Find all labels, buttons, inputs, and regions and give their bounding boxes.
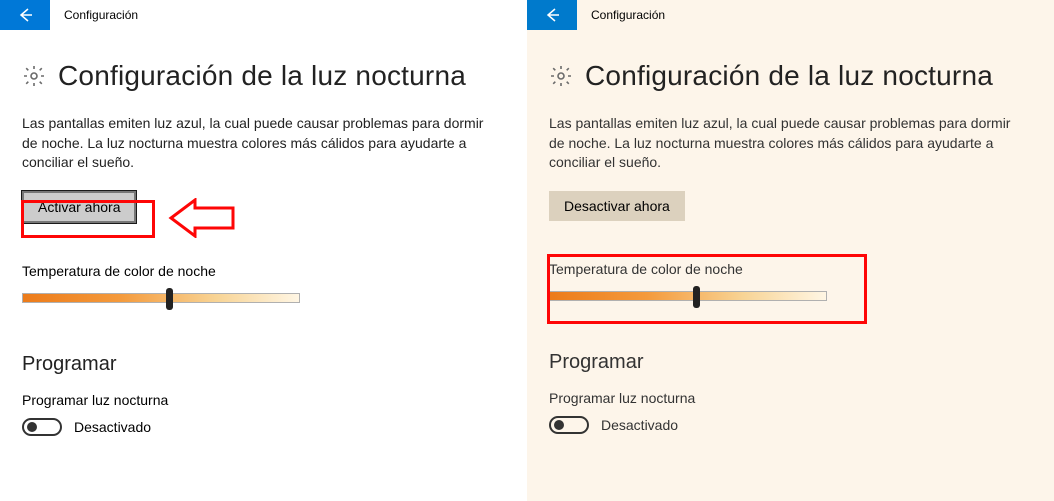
temperature-slider[interactable] — [22, 293, 300, 303]
schedule-toggle[interactable] — [549, 416, 589, 434]
app-title: Configuración — [591, 8, 665, 22]
annotation-highlight-slider — [547, 254, 867, 324]
schedule-section-title: Programar — [549, 351, 1032, 374]
schedule-toggle[interactable] — [22, 418, 62, 436]
settings-panel-left: Configuración Configuración de la luz no… — [0, 0, 527, 501]
title-row: Configuración de la luz nocturna — [549, 60, 1032, 92]
annotation-arrow-icon — [165, 198, 235, 238]
toggle-knob — [554, 420, 564, 430]
top-bar: Configuración — [0, 0, 527, 30]
back-button[interactable] — [527, 0, 577, 30]
back-arrow-icon — [543, 6, 561, 24]
toggle-row: Desactivado — [549, 416, 1032, 434]
description-text: Las pantallas emiten luz azul, la cual p… — [22, 114, 492, 173]
schedule-label: Programar luz nocturna — [549, 390, 1032, 406]
slider-thumb[interactable] — [166, 288, 173, 310]
schedule-label: Programar luz nocturna — [22, 392, 505, 408]
gear-icon — [22, 64, 46, 88]
deactivate-now-button[interactable]: Desactivar ahora — [549, 191, 685, 221]
annotation-highlight-button — [21, 200, 155, 238]
toggle-state-label: Desactivado — [601, 417, 678, 433]
top-bar: Configuración — [527, 0, 1054, 30]
settings-panel-right: Configuración Configuración de la luz no… — [527, 0, 1054, 501]
page-title: Configuración de la luz nocturna — [585, 60, 993, 92]
toggle-knob — [27, 422, 37, 432]
title-row: Configuración de la luz nocturna — [22, 60, 505, 92]
toggle-row: Desactivado — [22, 418, 505, 436]
toggle-state-label: Desactivado — [74, 419, 151, 435]
content-area: Configuración de la luz nocturna Las pan… — [527, 30, 1054, 434]
back-button[interactable] — [0, 0, 50, 30]
description-text: Las pantallas emiten luz azul, la cual p… — [549, 114, 1019, 173]
schedule-section-title: Programar — [22, 353, 505, 376]
back-arrow-icon — [16, 6, 34, 24]
page-title: Configuración de la luz nocturna — [58, 60, 466, 92]
app-title: Configuración — [64, 8, 138, 22]
gear-icon — [549, 64, 573, 88]
temperature-label: Temperatura de color de noche — [22, 263, 505, 279]
